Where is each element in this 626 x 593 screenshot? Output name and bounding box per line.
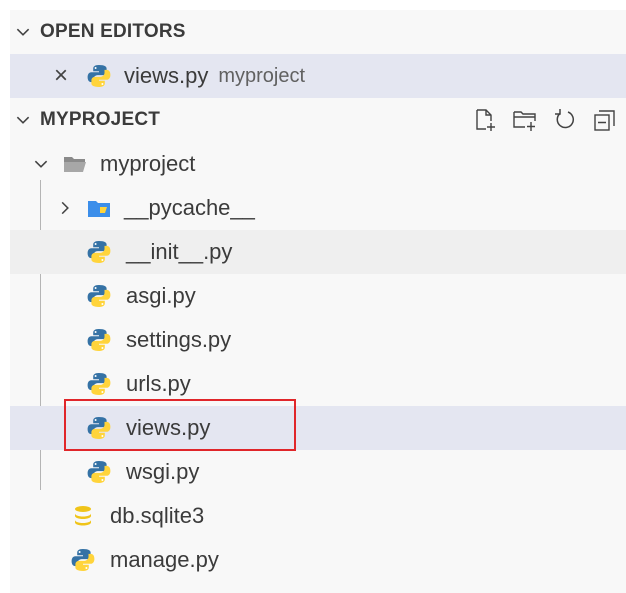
file-label: manage.py <box>110 547 219 572</box>
open-editor-folder: myproject <box>218 64 306 87</box>
file-label: __init__.py <box>126 239 233 264</box>
open-editors-header[interactable]: OPEN EDITORS <box>10 10 626 54</box>
project-title: MYPROJECT <box>40 109 161 130</box>
folder-open-icon <box>62 151 88 177</box>
file-settings-py[interactable]: settings.py <box>10 318 626 362</box>
file-label: wsgi.py <box>126 459 200 484</box>
file-label: asgi.py <box>126 283 196 308</box>
chevron-down-icon <box>14 111 32 129</box>
pycache-folder-icon <box>86 195 112 221</box>
project-section-header[interactable]: MYPROJECT <box>10 98 626 142</box>
file-wsgi-py[interactable]: wsgi.py <box>10 450 626 494</box>
highlight-box <box>64 399 296 451</box>
chevron-right-icon <box>56 199 74 217</box>
open-editor-filename: views.py <box>124 63 209 88</box>
folder-label: myproject <box>100 151 196 176</box>
collapse-all-icon[interactable] <box>592 107 618 133</box>
file-asgi-py[interactable]: asgi.py <box>10 274 626 318</box>
file-manage-py[interactable]: manage.py <box>10 538 626 582</box>
chevron-down-icon <box>14 23 32 41</box>
new-file-icon[interactable] <box>472 107 498 133</box>
chevron-down-icon <box>32 155 50 173</box>
python-file-icon <box>86 327 112 353</box>
python-file-icon <box>86 63 112 89</box>
new-folder-icon[interactable] <box>512 107 538 133</box>
file-db-sqlite3[interactable]: db.sqlite3 <box>10 494 626 538</box>
open-editors-title: OPEN EDITORS <box>40 21 186 42</box>
python-file-icon <box>86 459 112 485</box>
close-icon[interactable]: × <box>54 62 76 90</box>
refresh-icon[interactable] <box>552 107 578 133</box>
file-label: settings.py <box>126 327 232 352</box>
database-icon <box>70 503 96 529</box>
file-label: urls.py <box>126 371 191 396</box>
python-file-icon <box>86 283 112 309</box>
explorer-actions <box>472 98 618 142</box>
python-file-icon <box>70 547 96 573</box>
python-file-icon <box>86 371 112 397</box>
explorer-panel: OPEN EDITORS × views.py myproject MYPROJ… <box>10 10 626 593</box>
open-editor-item-views-py[interactable]: × views.py myproject <box>10 54 626 98</box>
folder-pycache[interactable]: __pycache__ <box>10 186 626 230</box>
file-init-py[interactable]: __init__.py <box>10 230 626 274</box>
file-label: __pycache__ <box>124 195 255 220</box>
file-label: db.sqlite3 <box>110 503 205 528</box>
python-file-icon <box>86 239 112 265</box>
folder-myproject[interactable]: myproject <box>10 142 626 186</box>
